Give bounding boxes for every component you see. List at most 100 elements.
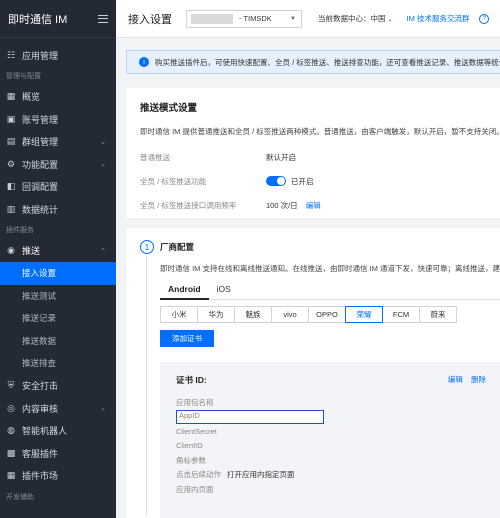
service-icon: ▩ bbox=[6, 447, 16, 458]
sidebar-item-callback[interactable]: ◧ 回调配置 bbox=[0, 176, 116, 199]
cert-field-label: ClientSecret bbox=[176, 426, 217, 436]
step-connector bbox=[146, 256, 147, 516]
sidebar-item-plugin-market[interactable]: ▦ 插件市场 bbox=[0, 465, 116, 488]
sidebar-item-label: 客服插件 bbox=[22, 448, 59, 459]
tech-forum-link[interactable]: IM 技术服务交流群 bbox=[407, 13, 470, 24]
cert-field-in-app-page: 应用内页面 bbox=[176, 482, 324, 497]
app-grid-icon: ☷ bbox=[6, 49, 16, 60]
sidebar-item-customer-service[interactable]: ▩ 客服插件 bbox=[0, 442, 116, 465]
sidebar-item-robot[interactable]: ◍ 智能机器人 bbox=[0, 420, 116, 443]
certificate-panel: 证书 ID: 编辑 删除 应用包名称 AppID ClientSecret Cl… bbox=[160, 362, 500, 518]
vendor-oppo[interactable]: OPPO bbox=[308, 306, 346, 323]
sidebar-subitem-push-data[interactable]: 推送数据 bbox=[0, 330, 116, 353]
setting-row-rate-limit: 全员 / 标签推送接口调用频率 100 次/日 编辑 bbox=[140, 193, 500, 217]
shield-icon: ⛨ bbox=[7, 380, 15, 391]
sidebar-item-group[interactable]: ▤ 群组管理 ⌄ bbox=[0, 131, 116, 154]
certificate-delete-link[interactable]: 删除 bbox=[471, 375, 486, 384]
cert-field-label: 应用包名称 bbox=[176, 397, 214, 407]
chevron-down-icon: ⌄ bbox=[100, 405, 106, 413]
cert-field-client-id: ClientID bbox=[176, 439, 324, 454]
sidebar-item-label: 回调配置 bbox=[22, 182, 59, 193]
overview-icon: ▦ bbox=[6, 91, 16, 102]
cert-field-label: 点击后续动作 bbox=[176, 470, 221, 480]
sidebar-item-account[interactable]: ▣ 账号管理 bbox=[0, 108, 116, 131]
cert-field-appid: AppID bbox=[176, 409, 324, 425]
broadcast-push-toggle[interactable] bbox=[266, 176, 286, 186]
appid-highlight: AppID bbox=[176, 409, 324, 424]
cert-field-badge-param: 角标参数 bbox=[176, 453, 324, 468]
vendor-config-desc: 即时通信 IM 支持在线和离线推送通知。在线推送，由即时通信 IM 通道下发，快… bbox=[160, 264, 500, 273]
vendor-selector: 小米 华为 魅族 vivo OPPO 荣耀 FCM 蔚来 bbox=[160, 306, 457, 323]
cert-field-label: 应用内页面 bbox=[176, 484, 214, 494]
sidebar-item-security[interactable]: ⛨ 安全打击 bbox=[0, 375, 116, 398]
sidebar-item-label: 群组管理 bbox=[22, 137, 59, 148]
sidebar-subitem-push-troubleshoot[interactable]: 推送排查 bbox=[0, 352, 116, 375]
add-certificate-button[interactable]: 添加证书 bbox=[160, 330, 214, 347]
info-icon: i bbox=[139, 57, 149, 67]
certificate-id-label: 证书 ID: bbox=[176, 375, 207, 385]
nav-group-dev: 开发辅助 bbox=[6, 493, 34, 501]
notice-text: 购买推送插件后，可使用快速配置、全员 / 标签推送、推送排查功能，还可查看推送记… bbox=[155, 57, 500, 67]
app-selector[interactable]: - TIMSDK ▼ bbox=[186, 9, 302, 28]
sidebar-item-push[interactable]: ◉ 推送 ⌃ bbox=[0, 240, 116, 263]
sidebar-item-config[interactable]: ⚙ 功能配置 ⌄ bbox=[0, 153, 116, 176]
help-icon[interactable]: ? bbox=[479, 13, 490, 24]
app-name-mask bbox=[191, 13, 233, 24]
cert-field-click-action: 点击后续动作 打开应用内指定页面 bbox=[176, 468, 324, 483]
rate-limit-edit-link[interactable]: 编辑 bbox=[306, 200, 321, 211]
setting-value: 100 次/日 编辑 bbox=[266, 200, 321, 211]
setting-value: 已开启 bbox=[266, 176, 314, 187]
group-icon: ▤ bbox=[6, 136, 16, 147]
cert-field-client-secret: ClientSecret bbox=[176, 424, 324, 439]
account-icon: ▣ bbox=[6, 113, 16, 124]
sidebar-subitem-push-records[interactable]: 推送记录 bbox=[0, 307, 116, 330]
step-number: 1 bbox=[140, 240, 154, 254]
platform-tabs: Android iOS bbox=[160, 284, 500, 300]
push-mode-title: 推送模式设置 bbox=[140, 103, 198, 114]
vendor-nio[interactable]: 蔚来 bbox=[419, 306, 457, 323]
app-selector-value: - TIMSDK bbox=[239, 14, 272, 23]
purchase-notice: i 购买推送插件后，可使用快速配置、全员 / 标签推送、推送排查功能，还可查看推… bbox=[126, 50, 500, 74]
chevron-down-icon: ⌄ bbox=[100, 161, 106, 169]
robot-icon: ◍ bbox=[7, 425, 15, 436]
chevron-down-icon: ▼ bbox=[290, 15, 296, 22]
menu-collapse-icon[interactable] bbox=[98, 14, 108, 23]
push-icon: ◉ bbox=[7, 245, 15, 256]
brand-header: 即时通信 IM bbox=[0, 0, 116, 38]
vendor-fcm[interactable]: FCM bbox=[382, 306, 420, 323]
tab-ios[interactable]: iOS bbox=[209, 284, 239, 300]
push-mode-desc: 即时通信 IM 提供普通推送和全员 / 标签推送两种模式。普通推送，由客户端触发… bbox=[140, 127, 500, 136]
sidebar-item-overview[interactable]: ▦ 概览 bbox=[0, 86, 116, 109]
vendor-meizu[interactable]: 魅族 bbox=[234, 306, 272, 323]
sidebar-item-app-management[interactable]: ☷ 应用管理 bbox=[0, 44, 116, 67]
cert-field-label: 角标参数 bbox=[176, 455, 206, 465]
vendor-huawei[interactable]: 华为 bbox=[197, 306, 235, 323]
sidebar-subitem-push-test[interactable]: 推送测试 bbox=[0, 285, 116, 308]
tab-android[interactable]: Android bbox=[160, 284, 209, 300]
sidebar-subitem-access-settings[interactable]: 接入设置 bbox=[0, 262, 116, 285]
sidebar-item-label: 应用管理 bbox=[22, 50, 59, 61]
setting-key: 普通推送 bbox=[140, 152, 170, 162]
certificate-actions: 编辑 删除 bbox=[442, 374, 486, 385]
sidebar-item-label: 插件市场 bbox=[22, 471, 59, 482]
sidebar-item-content-review[interactable]: ◎ 内容审核 ⌄ bbox=[0, 397, 116, 420]
chevron-down-icon: ⌄ bbox=[100, 138, 106, 146]
sidebar-item-label: 数据统计 bbox=[22, 204, 59, 215]
sidebar-item-label: 安全打击 bbox=[22, 381, 59, 392]
rate-limit-value: 100 次/日 bbox=[266, 200, 298, 210]
data-center-selector[interactable]: 当前数据中心：中国 ⌄ bbox=[318, 13, 393, 24]
vendor-vivo[interactable]: vivo bbox=[271, 306, 309, 323]
setting-value: 默认开启 bbox=[266, 152, 296, 162]
sidebar-item-label: 功能配置 bbox=[22, 159, 59, 170]
vendor-xiaomi[interactable]: 小米 bbox=[160, 306, 198, 323]
sidebar-item-stats[interactable]: ▥ 数据统计 bbox=[0, 198, 116, 221]
certificate-edit-link[interactable]: 编辑 bbox=[448, 375, 463, 384]
cert-field-label: ClientID bbox=[176, 441, 203, 451]
vendor-config-card: 1 厂商配置 即时通信 IM 支持在线和离线推送通知。在线推送，由即时通信 IM… bbox=[126, 228, 500, 518]
sidebar-item-label: 账号管理 bbox=[22, 114, 59, 125]
vendor-honor[interactable]: 荣耀 bbox=[345, 306, 383, 323]
review-icon: ◎ bbox=[7, 402, 15, 413]
stats-icon: ▥ bbox=[6, 203, 16, 214]
setting-row-normal-push: 普通推送 默认开启 bbox=[140, 145, 500, 169]
top-bar: 接入设置 - TIMSDK ▼ 当前数据中心：中国 ⌄ IM 技术服务交流群 ? bbox=[116, 0, 500, 38]
